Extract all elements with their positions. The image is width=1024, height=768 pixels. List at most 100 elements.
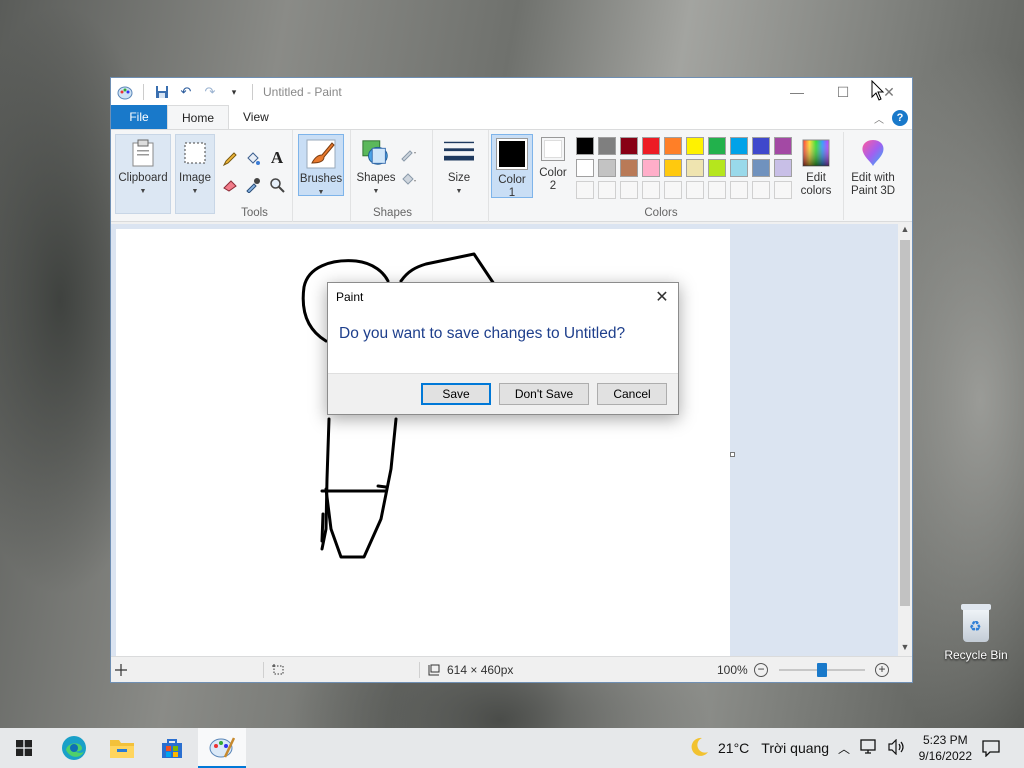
save-icon[interactable] <box>154 84 170 100</box>
minimize-button[interactable]: — <box>774 78 820 106</box>
clock[interactable]: 5:23 PM 9/16/2022 <box>919 732 972 764</box>
fill-bucket-icon[interactable] <box>244 150 262 168</box>
palette-swatch[interactable] <box>664 137 682 155</box>
palette-swatch[interactable] <box>708 137 726 155</box>
weather-temp: 21°C <box>718 740 750 756</box>
palette-swatch[interactable] <box>598 137 616 155</box>
zoom-out-button[interactable]: − <box>754 663 768 677</box>
palette-swatch[interactable] <box>686 159 704 177</box>
canvas-size-text: 614 × 460px <box>447 663 514 677</box>
system-tray: ︿ <box>838 728 906 768</box>
edit-with-paint3d-button[interactable]: Edit with Paint 3D <box>845 138 901 198</box>
shapes-button[interactable]: Shapes ▼ <box>354 138 398 198</box>
colors-group-label: Colors <box>644 207 678 219</box>
undo-icon[interactable]: ↶ <box>178 84 194 100</box>
pencil-icon[interactable] <box>221 150 239 168</box>
palette-swatch[interactable] <box>576 137 594 155</box>
title-bar[interactable]: ↶ ↷ ▾ Untitled - Paint — ☐ ✕ <box>111 78 912 106</box>
notification-icon[interactable] <box>968 728 1014 768</box>
resize-handle-right[interactable] <box>730 452 735 457</box>
color2-number: 2 <box>549 180 557 192</box>
maximize-button[interactable]: ☐ <box>820 78 866 106</box>
palette-swatch[interactable] <box>576 159 594 177</box>
scroll-up-icon[interactable]: ▲ <box>898 224 912 238</box>
clipboard-button[interactable]: Clipboard ▼ <box>115 138 171 198</box>
text-tool-icon[interactable]: A <box>268 148 286 167</box>
quick-access-toolbar: ↶ ↷ ▾ <box>111 84 255 100</box>
mouse-cursor-icon <box>871 80 885 101</box>
size-button[interactable]: Size ▼ <box>437 138 481 198</box>
palette-swatch[interactable] <box>686 137 704 155</box>
image-button[interactable]: Image ▼ <box>175 138 215 198</box>
tab-file[interactable]: File <box>111 105 167 129</box>
save-button[interactable]: Save <box>421 383 491 405</box>
palette-swatch[interactable] <box>664 159 682 177</box>
redo-icon[interactable]: ↷ <box>202 84 218 100</box>
dont-save-button[interactable]: Don't Save <box>499 383 589 405</box>
palette-swatch[interactable] <box>730 137 748 155</box>
tab-view[interactable]: View <box>229 105 283 129</box>
palette-custom-slot[interactable] <box>642 181 660 199</box>
dialog-close-button[interactable]: ✕ <box>652 287 672 307</box>
fill-icon[interactable] <box>400 170 418 188</box>
scroll-down-icon[interactable]: ▼ <box>898 642 912 656</box>
eraser-icon[interactable] <box>221 176 239 194</box>
color1-swatch <box>496 138 528 170</box>
palette-custom-slot[interactable] <box>598 181 616 199</box>
weather-widget[interactable]: 21°C Trời quang <box>688 728 829 768</box>
cancel-button[interactable]: Cancel <box>597 383 667 405</box>
palette-swatch[interactable] <box>774 159 792 177</box>
network-icon[interactable] <box>860 738 878 758</box>
palette-custom-slot[interactable] <box>752 181 770 199</box>
palette-custom-slot[interactable] <box>686 181 704 199</box>
ribbon-divider <box>843 132 844 220</box>
color-picker-icon[interactable] <box>244 176 262 194</box>
tab-home[interactable]: Home <box>167 105 230 129</box>
line-size-icon <box>444 138 474 168</box>
palette-custom-slot[interactable] <box>664 181 682 199</box>
magnifier-icon[interactable] <box>268 176 286 194</box>
canvas-size-icon <box>428 664 440 676</box>
palette-swatch[interactable] <box>708 159 726 177</box>
palette-custom-slot[interactable] <box>774 181 792 199</box>
customize-qa-chevron-icon[interactable]: ▾ <box>226 84 242 100</box>
palette-swatch[interactable] <box>774 137 792 155</box>
chevron-up-icon[interactable]: ︿ <box>838 740 850 757</box>
edge-icon[interactable] <box>50 728 98 768</box>
paint-icon[interactable] <box>198 728 246 768</box>
recycle-bin[interactable]: ♻ Recycle Bin <box>940 602 1012 662</box>
palette-swatch[interactable] <box>642 137 660 155</box>
palette-swatch[interactable] <box>752 137 770 155</box>
scroll-thumb[interactable] <box>900 240 910 606</box>
palette-custom-slot[interactable] <box>576 181 594 199</box>
palette-custom-slot[interactable] <box>620 181 638 199</box>
color1-button[interactable]: Color 1 <box>491 134 533 199</box>
edit-colors-label: Edit <box>806 172 826 184</box>
palette-swatch[interactable] <box>730 159 748 177</box>
windows-start-icon[interactable] <box>0 728 48 768</box>
store-icon[interactable] <box>148 728 196 768</box>
moon-icon <box>688 736 710 761</box>
collapse-ribbon-icon[interactable]: ︿ <box>874 111 884 126</box>
color2-button[interactable]: Color 2 <box>535 137 571 193</box>
palette-swatch[interactable] <box>598 159 616 177</box>
zoom-in-button[interactable]: + <box>875 663 889 677</box>
recycle-bin-icon: ♻ <box>959 602 993 644</box>
brushes-button[interactable]: Brushes ▼ <box>298 134 344 196</box>
palette-swatch[interactable] <box>620 159 638 177</box>
edit-colors-button[interactable]: Edit colors <box>795 138 837 198</box>
palette-custom-slot[interactable] <box>708 181 726 199</box>
volume-icon[interactable] <box>888 738 906 758</box>
palette-swatch[interactable] <box>642 159 660 177</box>
palette-custom-slot[interactable] <box>730 181 748 199</box>
file-explorer-icon[interactable] <box>98 728 146 768</box>
zoom-slider-thumb[interactable] <box>817 663 827 677</box>
selection-size-icon <box>263 657 285 683</box>
outline-icon[interactable] <box>400 146 418 164</box>
help-icon[interactable]: ? <box>892 110 908 126</box>
palette-swatch[interactable] <box>752 159 770 177</box>
shapes-icon <box>361 138 391 168</box>
vertical-scrollbar[interactable]: ▲ ▼ <box>898 224 912 656</box>
palette-swatch[interactable] <box>620 137 638 155</box>
color1-label: Color <box>498 174 526 186</box>
